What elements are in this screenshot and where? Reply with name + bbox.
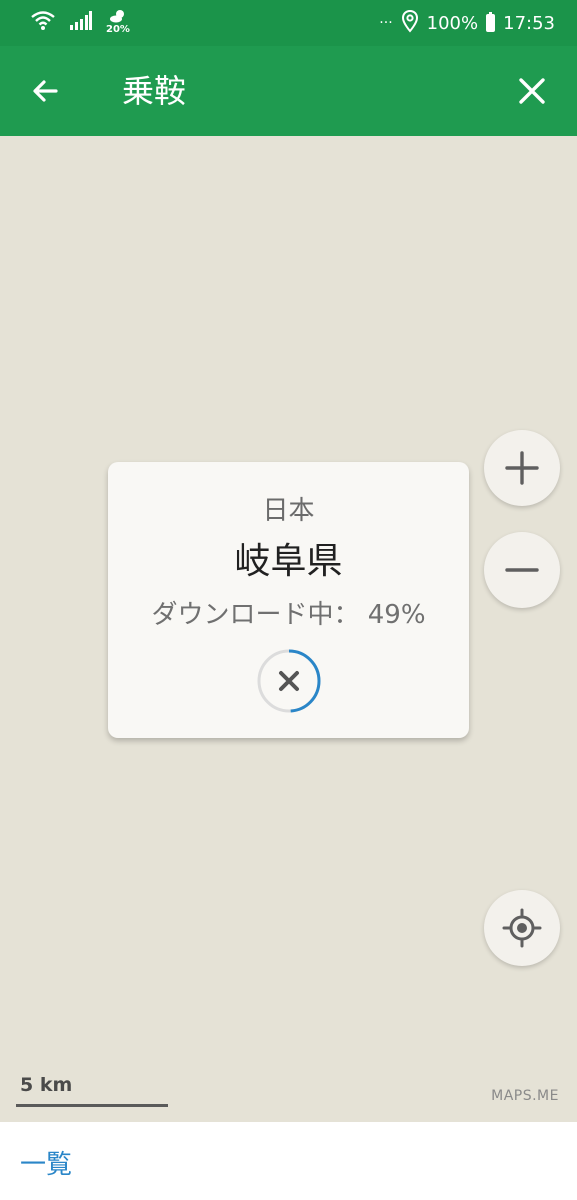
download-region: 岐阜県	[234, 541, 343, 582]
cancel-download-button[interactable]	[256, 648, 322, 714]
weather-temp: 20%	[106, 24, 130, 35]
download-country: 日本	[262, 496, 315, 526]
map-brand: MAPS.ME	[491, 1088, 559, 1104]
status-bar-right: ··· 100% 17:53	[379, 8, 555, 38]
close-icon	[519, 78, 545, 104]
weather-indicator: 20%	[106, 8, 132, 38]
back-button[interactable]	[22, 68, 68, 114]
back-arrow-icon	[33, 80, 58, 102]
download-status: ダウンロード中： 49%	[151, 600, 426, 630]
plus-icon	[505, 451, 539, 485]
clock: 17:53	[503, 12, 555, 34]
download-progress-ring	[257, 649, 321, 713]
minus-icon	[505, 568, 539, 572]
status-bar-left: 20%	[30, 8, 132, 38]
signal-icon	[70, 11, 92, 35]
list-link[interactable]: 一覧	[20, 1144, 72, 1181]
app-bar: 乗鞍	[0, 46, 577, 136]
bottom-bar: 一覧	[0, 1122, 577, 1200]
wifi-icon	[30, 9, 56, 37]
status-bar: 20% ··· 100% 17:53	[0, 0, 577, 46]
my-location-button[interactable]	[484, 890, 560, 966]
location-pin-icon	[401, 9, 419, 38]
zoom-in-button[interactable]	[484, 430, 560, 506]
cancel-download-icon	[279, 671, 299, 691]
page-title: 乗鞍	[122, 72, 187, 110]
zoom-out-button[interactable]	[484, 532, 560, 608]
map-view[interactable]: 日本 岐阜県 ダウンロード中： 49% 5 km MAPS.ME	[0, 136, 577, 1122]
battery-icon	[486, 12, 496, 32]
overflow-dots: ···	[379, 15, 393, 31]
battery-percent: 100%	[426, 12, 479, 34]
my-location-icon	[502, 908, 542, 948]
close-button[interactable]	[509, 68, 555, 114]
map-scale-label: 5 km	[20, 1074, 73, 1096]
map-scale-bar	[16, 1104, 168, 1107]
download-card: 日本 岐阜県 ダウンロード中： 49%	[108, 462, 469, 738]
app-screen: 20% ··· 100% 17:53 乗鞍 日本 岐阜県 ダウンロード中： 49…	[0, 0, 577, 1200]
